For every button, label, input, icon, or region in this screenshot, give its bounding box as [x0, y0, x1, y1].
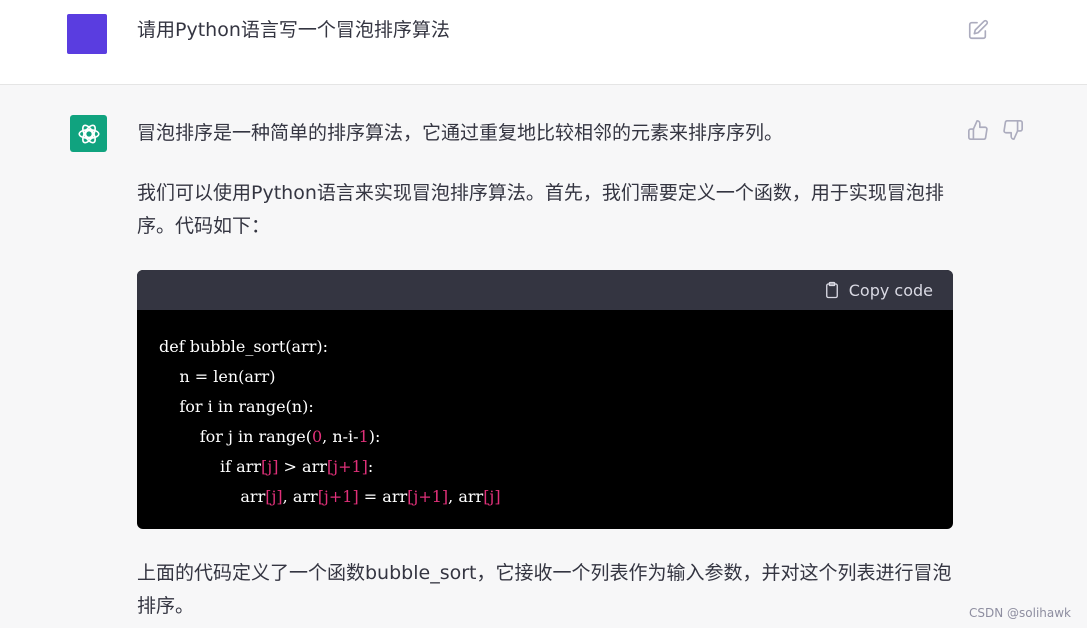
code-line-1: def bubble_sort(arr):	[159, 337, 328, 356]
code-line-3: for i in range(n):	[159, 397, 314, 416]
code-line-6: arr[j], arr[j+1] = arr[j+1], arr[j]	[159, 487, 501, 506]
watermark: CSDN @solihawk	[968, 606, 1071, 620]
response-paragraph-3: 上面的代码定义了一个函数bubble_sort，它接收一个列表作为输入参数，并对…	[137, 562, 952, 617]
copy-code-button[interactable]: Copy code	[823, 280, 933, 300]
code-line-2: n = len(arr)	[159, 367, 276, 386]
user-message-text: 请用Python语言写一个冒泡排序算法	[137, 19, 450, 41]
user-avatar	[67, 14, 107, 54]
code-line-4: for j in range(0, n-i-1):	[159, 427, 381, 446]
thumbs-up-icon[interactable]	[967, 119, 989, 141]
edit-icon[interactable]	[967, 19, 989, 41]
user-message-row: 请用Python语言写一个冒泡排序算法	[0, 0, 1087, 85]
response-paragraph-2: 我们可以使用Python语言来实现冒泡排序算法。首先，我们需要定义一个函数，用于…	[137, 182, 944, 237]
assistant-avatar	[70, 115, 107, 152]
assistant-message-row: 冒泡排序是一种简单的排序算法，它通过重复地比较相邻的元素来排序序列。 我们可以使…	[0, 85, 1087, 628]
code-block-header: Copy code	[137, 270, 953, 310]
response-paragraph-1: 冒泡排序是一种简单的排序算法，它通过重复地比较相邻的元素来排序序列。	[137, 122, 784, 144]
code-body: def bubble_sort(arr): n = len(arr) for i…	[137, 310, 953, 529]
code-line-5: if arr[j] > arr[j+1]:	[159, 457, 374, 476]
openai-logo-icon	[77, 123, 100, 144]
thumbs-down-icon[interactable]	[1002, 119, 1024, 141]
code-block: Copy code def bubble_sort(arr): n = len(…	[137, 270, 953, 529]
clipboard-icon	[825, 281, 838, 299]
copy-code-label: Copy code	[848, 280, 933, 300]
